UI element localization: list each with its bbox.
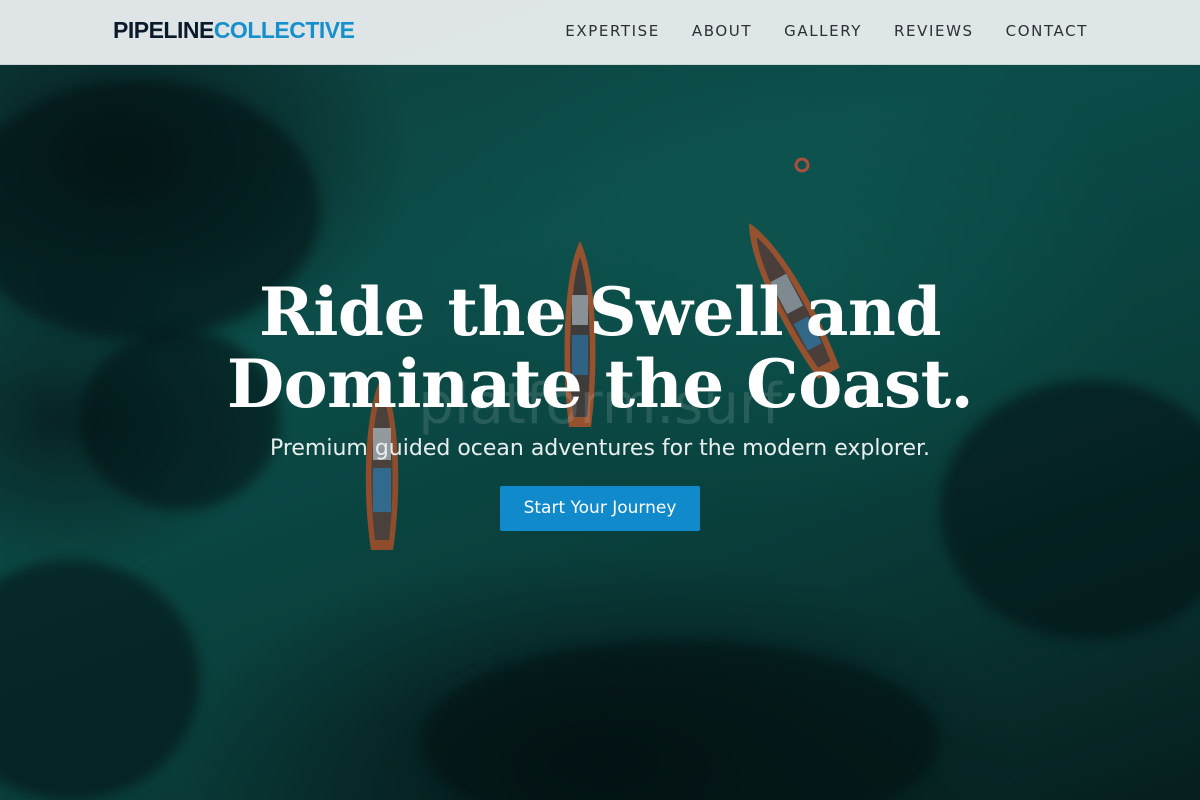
brand-name-accent: COLLECTIVE bbox=[213, 17, 355, 43]
nav-link-gallery[interactable]: GALLERY bbox=[784, 22, 862, 40]
nav-link-reviews[interactable]: REVIEWS bbox=[894, 22, 974, 40]
nav-link-expertise[interactable]: EXPERTISE bbox=[565, 22, 660, 40]
brand-logo[interactable]: PIPELINECOLLECTIVE bbox=[113, 17, 355, 44]
hero-title: Ride the Swell and Dominate the Coast. bbox=[226, 273, 974, 423]
hero-subtitle: Premium guided ocean adventures for the … bbox=[269, 436, 931, 461]
top-navbar: PIPELINECOLLECTIVE EXPERTISE ABOUT GALLE… bbox=[0, 0, 1200, 65]
start-journey-button[interactable]: Start Your Journey bbox=[499, 486, 701, 531]
hero-content: Ride the Swell and Dominate the Coast. P… bbox=[0, 276, 1200, 531]
brand-name-dark: PIPELINE bbox=[113, 17, 214, 43]
nav-link-about[interactable]: ABOUT bbox=[692, 22, 752, 40]
nav-menu: EXPERTISE ABOUT GALLERY REVIEWS CONTACT bbox=[565, 22, 1088, 40]
nav-link-contact[interactable]: CONTACT bbox=[1006, 22, 1088, 40]
